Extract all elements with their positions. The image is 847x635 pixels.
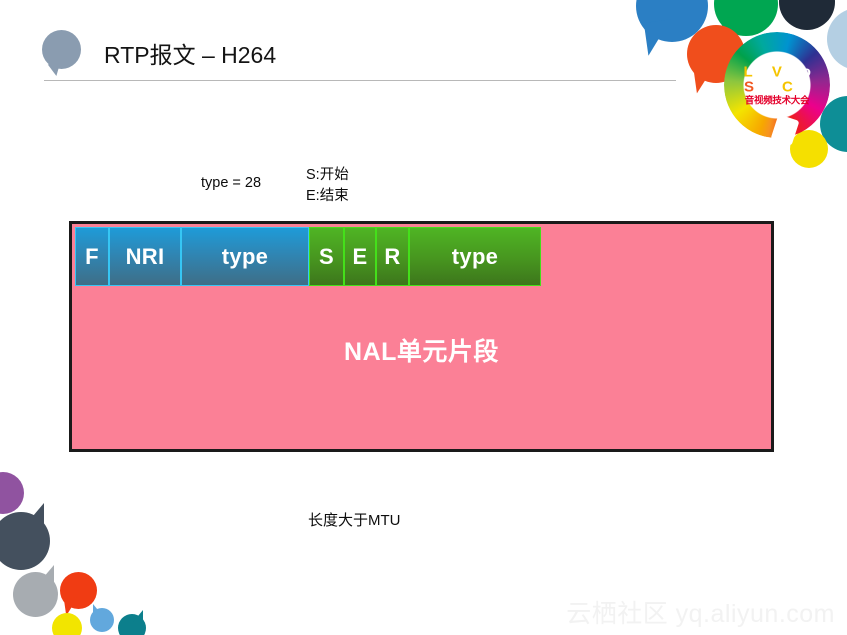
packet-field-type-2: type — [181, 227, 309, 286]
packet-field-nri-1: NRI — [109, 227, 181, 286]
logo-subtitle: 音视频技术大会 — [744, 94, 810, 106]
fu-a-packet-diagram: F NRI type S E Rtype NAL单元片段 — [69, 221, 774, 452]
annotation-flags: S:开始 E:结束 — [306, 165, 349, 206]
bubble-skyblue — [90, 604, 114, 632]
annotation-type-value: type = 28 — [201, 175, 262, 191]
title-divider — [44, 80, 676, 81]
packet-field-r-5: R — [376, 227, 409, 286]
annotation-length-note: 长度大于MTU — [308, 512, 401, 529]
packet-field-f-0: F — [75, 227, 109, 286]
packet-field-type-6: type — [409, 227, 541, 286]
bubble-red — [60, 572, 97, 609]
logo-line-1: LiveVideo — [741, 64, 813, 79]
bubble-purple — [0, 472, 24, 514]
livevideostackcon-logo: LiveVideo StackCon 音视频技术大会 — [724, 32, 830, 146]
logo-line-2: StackCon — [741, 80, 813, 95]
logo-l2-a: S — [743, 78, 754, 96]
slide-canvas: LiveVideo StackCon 音视频技术大会 RTP报文 – H264 … — [0, 0, 847, 635]
bubble-green — [714, 0, 778, 36]
bubble-blue — [636, 0, 708, 42]
annotation-end-flag: E:结束 — [306, 187, 349, 204]
logo-l2-b: tack — [753, 78, 783, 96]
bubble-teal2 — [118, 609, 146, 635]
bubble-dark — [779, 0, 835, 30]
bubble-yellow2 — [52, 613, 82, 635]
page-title: RTP报文 – H264 — [104, 42, 277, 68]
watermark: 云栖社区 yq.aliyun.com — [566, 600, 835, 628]
packet-payload-label: NAL单元片段 — [344, 338, 499, 366]
logo-text-block: LiveVideo StackCon 音视频技术大会 — [741, 64, 813, 105]
bubble-lightblue — [827, 8, 847, 70]
bubble-gray — [13, 565, 58, 617]
logo-l2-d: on — [792, 78, 810, 96]
packet-field-e-4: E — [344, 227, 376, 286]
packet-header-fields: F NRI type S E Rtype — [75, 227, 541, 286]
annotation-start-flag: S:开始 — [306, 167, 349, 183]
packet-field-s-3: S — [309, 227, 344, 286]
bubble-slate — [0, 503, 50, 570]
logo-l2-c: C — [782, 78, 793, 96]
speech-bubble-icon — [42, 30, 81, 69]
